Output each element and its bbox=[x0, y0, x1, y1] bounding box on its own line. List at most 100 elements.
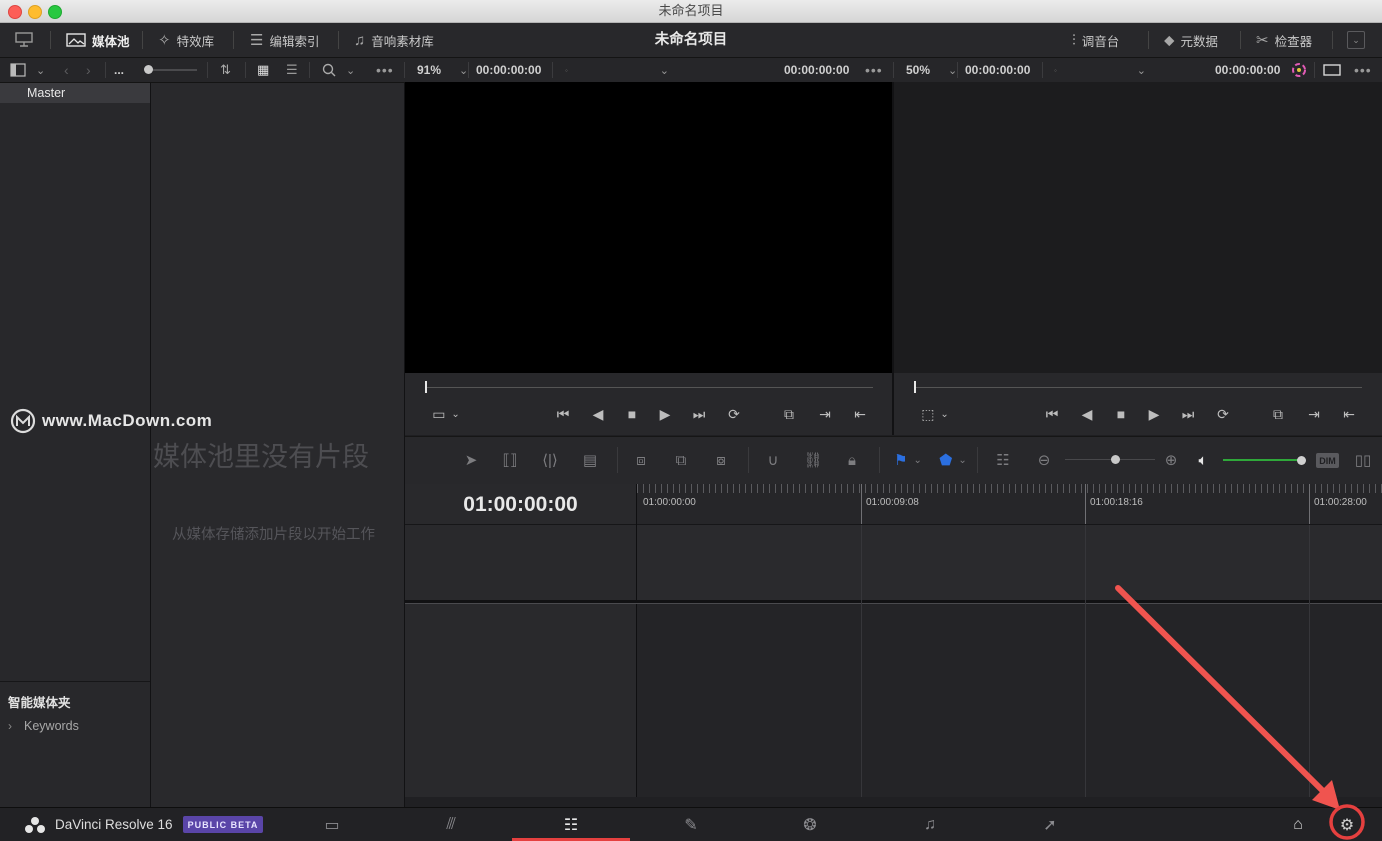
zoom-in-button[interactable]: ⊕ bbox=[1158, 449, 1184, 471]
mixer-button[interactable]: ⫶ 调音台 bbox=[1072, 23, 1119, 57]
edit-index-button[interactable]: ☰ 编辑索引 bbox=[250, 23, 319, 57]
bin-list-toggle[interactable]: ⌄ bbox=[10, 58, 45, 82]
position-lock-button[interactable]: 🔒︎ bbox=[839, 449, 865, 471]
snapping-button[interactable]: ∪ bbox=[760, 449, 786, 471]
master-volume-slider[interactable] bbox=[1223, 456, 1306, 465]
media-page-button[interactable]: ▭ bbox=[273, 808, 391, 841]
timeline-transform-button[interactable]: ⬚ ⌄ bbox=[917, 404, 953, 424]
timeline-zoom-dropdown[interactable]: 50% ⌄ bbox=[906, 58, 957, 82]
search-button[interactable]: ⌄ bbox=[322, 58, 355, 82]
timeline-zoom-slider[interactable] bbox=[1065, 455, 1155, 464]
flag-button[interactable]: ⚑ ⌄ bbox=[888, 449, 928, 471]
volume-button[interactable]: 🔈︎ bbox=[1190, 449, 1216, 471]
edit-page-button[interactable]: ☷ bbox=[512, 808, 630, 841]
back-button[interactable]: ‹ bbox=[64, 58, 69, 82]
zoom-window-button[interactable] bbox=[48, 5, 62, 19]
pointer-icon: ➤ bbox=[464, 452, 478, 469]
timeline-play-button[interactable]: ▶ bbox=[1144, 404, 1164, 424]
timeline-view-options-button[interactable]: ☷ bbox=[990, 449, 1016, 471]
timeline-stop-button[interactable]: ■ bbox=[1111, 404, 1131, 424]
fusion-page-button[interactable]: ✎ bbox=[632, 808, 750, 841]
slider-knob[interactable] bbox=[144, 65, 153, 74]
deliver-page-button[interactable]: ➚ bbox=[991, 808, 1109, 841]
timeline-play-reverse-button[interactable]: ◀ bbox=[1077, 404, 1097, 424]
effects-library-button[interactable]: ✧ 特效库 bbox=[158, 23, 214, 57]
trim-tool-button[interactable]: ⟦⟧ bbox=[497, 449, 523, 471]
replace-clip-button[interactable]: ⧇ bbox=[708, 449, 734, 471]
effects-label: 特效库 bbox=[176, 34, 215, 49]
mark-in-button[interactable]: ⇥ bbox=[815, 404, 835, 424]
timeline-ruler[interactable]: 01:00:00:00 01:00:09:08 01:00:18:16 01:0… bbox=[637, 484, 1382, 525]
timeline-horizontal-scrollbar[interactable] bbox=[405, 797, 1382, 807]
go-to-end-button[interactable]: ⏭ bbox=[689, 404, 709, 424]
overwrite-clip-button[interactable]: ⧉ bbox=[668, 449, 694, 471]
timeline-loop-button[interactable]: ⟳ bbox=[1213, 404, 1233, 424]
video-track-region[interactable] bbox=[637, 525, 1382, 600]
audio-track-region[interactable] bbox=[637, 605, 1382, 797]
timeline-go-to-start-button[interactable]: ⏮ bbox=[1042, 404, 1062, 424]
linked-selection-button[interactable]: ⛓ bbox=[800, 449, 826, 471]
list-view-button[interactable]: ☰ bbox=[286, 58, 298, 82]
source-clip-dropdown[interactable]: ◦ ⌄ bbox=[565, 58, 669, 82]
mark-out-button[interactable]: ⇤ bbox=[850, 404, 870, 424]
source-viewer-options-button[interactable]: ••• bbox=[865, 58, 883, 82]
cut-page-button[interactable]: ⫻ bbox=[392, 808, 510, 841]
color-viewer-button[interactable] bbox=[1291, 58, 1307, 82]
timeline-playhead[interactable] bbox=[914, 381, 916, 393]
timeline-mark-in-button[interactable]: ⇥ bbox=[1304, 404, 1324, 424]
source-viewer[interactable] bbox=[405, 82, 892, 373]
go-to-start-button[interactable]: ⏮ bbox=[553, 404, 573, 424]
viewer-mode-button[interactable] bbox=[1323, 58, 1341, 82]
master-bin-item[interactable]: Master bbox=[0, 83, 150, 103]
sort-button[interactable]: ⇅ bbox=[220, 58, 231, 82]
dim-button[interactable]: DIM bbox=[1316, 453, 1339, 468]
selection-tool-button[interactable]: ➤ bbox=[458, 449, 484, 471]
insert-clip-button[interactable]: ⧈ bbox=[628, 449, 654, 471]
metadata-button[interactable]: ⬥ 元数据 bbox=[1164, 23, 1218, 57]
minimize-window-button[interactable] bbox=[28, 5, 42, 19]
source-clip-view-button[interactable]: ▭ ⌄ bbox=[428, 404, 464, 424]
fairlight-page-button[interactable]: ♫ bbox=[871, 808, 989, 841]
audio-meter-toggle[interactable]: ▯▯ bbox=[1350, 449, 1376, 471]
timeline-dropdown[interactable]: ◦ ⌄ bbox=[1054, 58, 1146, 82]
timeline-viewer[interactable] bbox=[894, 82, 1382, 373]
layout-toggle-button[interactable] bbox=[14, 23, 34, 57]
grid-view-button[interactable]: ▦ bbox=[257, 58, 269, 82]
play-button[interactable]: ▶ bbox=[655, 404, 675, 424]
source-zoom-dropdown[interactable]: 91% ⌄ bbox=[417, 58, 468, 82]
stop-button[interactable]: ■ bbox=[622, 404, 642, 424]
media-pool-button[interactable]: 媒体池 bbox=[66, 23, 130, 57]
source-zoom-value: 91% bbox=[417, 63, 442, 77]
play-reverse-button[interactable]: ◀ bbox=[588, 404, 608, 424]
color-page-button[interactable]: ❂ bbox=[751, 808, 869, 841]
sound-library-button[interactable]: ♫ 音响素材库 bbox=[354, 23, 434, 57]
media-pool-options-button[interactable]: ••• bbox=[376, 58, 394, 82]
timeline-scrubber[interactable] bbox=[914, 387, 1362, 388]
close-window-button[interactable] bbox=[8, 5, 22, 19]
source-playhead[interactable] bbox=[425, 381, 427, 393]
timeline-match-frame-button[interactable]: ⧉ bbox=[1268, 404, 1288, 424]
loop-button[interactable]: ⟳ bbox=[724, 404, 744, 424]
keywords-bin-item[interactable]: › Keywords bbox=[8, 719, 79, 733]
timeline-viewer-options-button[interactable]: ••• bbox=[1354, 58, 1372, 82]
dynamic-trim-button[interactable]: ⟨|⟩ bbox=[537, 449, 563, 471]
thumbnail-size-slider[interactable] bbox=[144, 65, 197, 74]
volume-slider-knob[interactable] bbox=[1297, 456, 1306, 465]
collapse-toolbar-button[interactable]: ⌄ bbox=[1347, 31, 1365, 49]
timeline-mark-out-button[interactable]: ⇤ bbox=[1339, 404, 1359, 424]
zoom-slider-knob[interactable] bbox=[1111, 455, 1120, 464]
timeline-go-to-end-button[interactable]: ⏭ bbox=[1178, 404, 1198, 424]
zoom-out-button[interactable]: ⊖ bbox=[1031, 449, 1057, 471]
bin-path-ellipsis[interactable]: ... bbox=[114, 58, 124, 82]
forward-button[interactable]: › bbox=[86, 58, 91, 82]
chevron-down-icon: ⌄ bbox=[36, 64, 46, 77]
blade-tool-button[interactable]: ▤ bbox=[577, 449, 603, 471]
marker-button[interactable]: ⬟ ⌄ bbox=[933, 449, 973, 471]
media-pool-content[interactable]: 媒体池里没有片段 从媒体存储添加片段以开始工作 bbox=[151, 83, 404, 807]
source-scrubber[interactable] bbox=[425, 387, 873, 388]
match-frame-button[interactable]: ⧉ bbox=[779, 404, 799, 424]
project-settings-button[interactable]: ⚙ bbox=[1332, 808, 1362, 841]
project-manager-button[interactable]: ⌂ bbox=[1283, 808, 1313, 841]
fusion-icon: ✎ bbox=[684, 816, 698, 834]
inspector-button[interactable]: ✂ 检查器 bbox=[1256, 23, 1312, 57]
